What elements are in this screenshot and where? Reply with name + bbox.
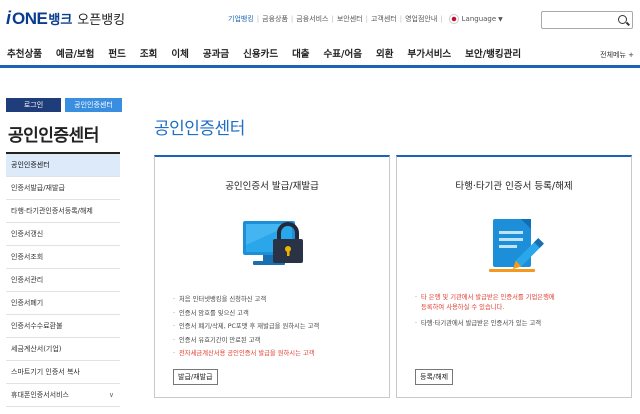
topnav-security[interactable]: 보안센터 bbox=[334, 14, 366, 24]
bullet-list: 타 은행 및 기관에서 발급받은 인증서를 기업은행에등록하여 사용하실 수 있… bbox=[415, 293, 619, 331]
flag-icon bbox=[448, 14, 459, 24]
gnb-transfer[interactable]: 이체 bbox=[164, 46, 195, 60]
sidebar-buttons: 로그인 공인인증센터 bbox=[6, 98, 122, 112]
topnav-services[interactable]: 금융서비스 bbox=[293, 14, 331, 24]
gnb-forex[interactable]: 외환 bbox=[369, 46, 400, 60]
register-card: 타행·타기관 인증서 등록/해제 타 은행 및 기관에서 발급받은 인증서를 기… bbox=[396, 155, 632, 398]
logo[interactable]: i ONE 뱅크 오픈뱅킹 bbox=[6, 8, 125, 30]
cert-center-button[interactable]: 공인인증센터 bbox=[65, 98, 122, 112]
issue-reissue-button[interactable]: 발급/재발급 bbox=[173, 369, 218, 385]
sidebar-item-other-bank[interactable]: 타행·타기관인증서등록/해제 bbox=[6, 200, 120, 223]
divider: | bbox=[440, 15, 443, 23]
gnb-inquiry[interactable]: 조회 bbox=[133, 46, 164, 60]
bullet-item: 인증서 폐기/삭제, PC포맷 후 재발급을 원하시는 고객 bbox=[173, 320, 377, 334]
topnav-corporate[interactable]: 기업뱅킹 bbox=[225, 14, 257, 24]
bullet-item: 타행·타기관에서 발급받은 인증서가 있는 고객 bbox=[415, 317, 619, 331]
sidebar-item-smart-copy[interactable]: 스마트기기 인증서 복사 bbox=[6, 361, 120, 384]
logo-i: i bbox=[6, 8, 12, 28]
logo-bank: 뱅크 bbox=[48, 13, 73, 28]
global-nav: 추천상품 예금/보험 펀드 조회 이체 공과금 신용카드 대출 수표/어음 외환… bbox=[0, 40, 640, 68]
bullet-item: 인증서 유효기간이 만료된 고객 bbox=[173, 334, 377, 348]
header: i ONE 뱅크 오픈뱅킹 기업뱅킹 | 금융상품 | 금융서비스 | 보안센터… bbox=[0, 0, 640, 40]
sidebar-item-refund[interactable]: 인증서수수료환불 bbox=[6, 315, 120, 338]
all-menu-button[interactable]: 전체메뉴 + bbox=[600, 50, 634, 60]
language-selector[interactable]: Language ▼ bbox=[448, 14, 503, 24]
gnb-check[interactable]: 수표/어음 bbox=[317, 46, 369, 60]
caret-down-icon: ▼ bbox=[498, 15, 503, 23]
bullet-item: 처음 인터넷뱅킹을 신청하신 고객 bbox=[173, 293, 377, 307]
sidebar-title: 공인인증센터 bbox=[8, 126, 99, 146]
sidebar-item-issue[interactable]: 인증서발급/재발급 bbox=[6, 177, 120, 200]
topnav-branch[interactable]: 영업점안내 bbox=[402, 14, 440, 24]
chevron-down-icon: ∨ bbox=[108, 391, 114, 399]
topnav-customer[interactable]: 고객센터 bbox=[368, 14, 400, 24]
bullet-item-highlight: 전자세금계산서용 공인인증서 발급을 원하시는 고객 bbox=[173, 347, 377, 361]
search-icon[interactable] bbox=[618, 15, 627, 24]
bullet-item-highlight: 타 은행 및 기관에서 발급받은 인증서를 기업은행에등록하여 사용하실 수 있… bbox=[415, 293, 619, 313]
gnb-deposit[interactable]: 예금/보험 bbox=[49, 46, 101, 60]
login-button[interactable]: 로그인 bbox=[6, 98, 61, 112]
issue-card: 공인인증서 발급/재발급 처음 인터넷뱅킹을 신청하신 고객 인증서 암호를 잊… bbox=[154, 155, 390, 398]
sidebar-item-cert-center[interactable]: 공인인증센터 bbox=[6, 154, 120, 177]
sidebar-item-inquiry[interactable]: 인증서조회 bbox=[6, 246, 120, 269]
gnb-recommended[interactable]: 추천상품 bbox=[0, 46, 49, 60]
top-nav: 기업뱅킹 | 금융상품 | 금융서비스 | 보안센터 | 고객센터 | 영업점안… bbox=[225, 14, 503, 24]
topnav-products[interactable]: 금융상품 bbox=[259, 14, 291, 24]
sidebar-item-manage[interactable]: 인증서관리 bbox=[6, 269, 120, 292]
gnb-utility[interactable]: 공과금 bbox=[196, 46, 236, 60]
gnb-credit-card[interactable]: 신용카드 bbox=[236, 46, 285, 60]
bullet-list: 처음 인터넷뱅킹을 신청하신 고객 인증서 암호를 잊으신 고객 인증서 폐기/… bbox=[173, 293, 377, 361]
sidebar-item-tax-invoice[interactable]: 세금계산서(기업) bbox=[6, 338, 120, 361]
sidebar-item-revoke[interactable]: 인증서폐기 bbox=[6, 292, 120, 315]
gnb-security[interactable]: 보안/뱅킹관리 bbox=[458, 46, 528, 60]
sidebar-item-label: 휴대폰인증서서비스 bbox=[11, 391, 69, 399]
card-title: 타행·타기관 인증서 등록/해제 bbox=[455, 181, 573, 192]
logo-openbank: 오픈뱅킹 bbox=[77, 13, 126, 28]
search-input[interactable] bbox=[541, 11, 633, 29]
gnb-extra[interactable]: 부가서비스 bbox=[400, 46, 458, 60]
document-pen-icon bbox=[397, 215, 631, 277]
register-release-button[interactable]: 등록/해제 bbox=[415, 369, 454, 385]
card-title: 공인인증서 발급/재발급 bbox=[225, 181, 319, 192]
bullet-text: 타 은행 및 기관에서 발급받은 인증서를 기업은행에등록하여 사용하실 수 있… bbox=[421, 294, 555, 311]
gnb-fund[interactable]: 펀드 bbox=[101, 46, 132, 60]
bullet-item: 인증서 암호를 잊으신 고객 bbox=[173, 307, 377, 321]
sidebar-item-mobile-cert[interactable]: 휴대폰인증서서비스 ∨ bbox=[6, 384, 120, 407]
monitor-lock-icon bbox=[155, 215, 389, 277]
gnb-loan[interactable]: 대출 bbox=[285, 46, 316, 60]
language-label: Language bbox=[461, 15, 497, 23]
sidebar-menu: 공인인증센터 인증서발급/재발급 타행·타기관인증서등록/해제 인증서갱신 인증… bbox=[6, 152, 120, 407]
sidebar-item-renew[interactable]: 인증서갱신 bbox=[6, 223, 120, 246]
logo-one: ONE bbox=[12, 9, 48, 28]
page-title: 공인인증센터 bbox=[154, 119, 245, 139]
